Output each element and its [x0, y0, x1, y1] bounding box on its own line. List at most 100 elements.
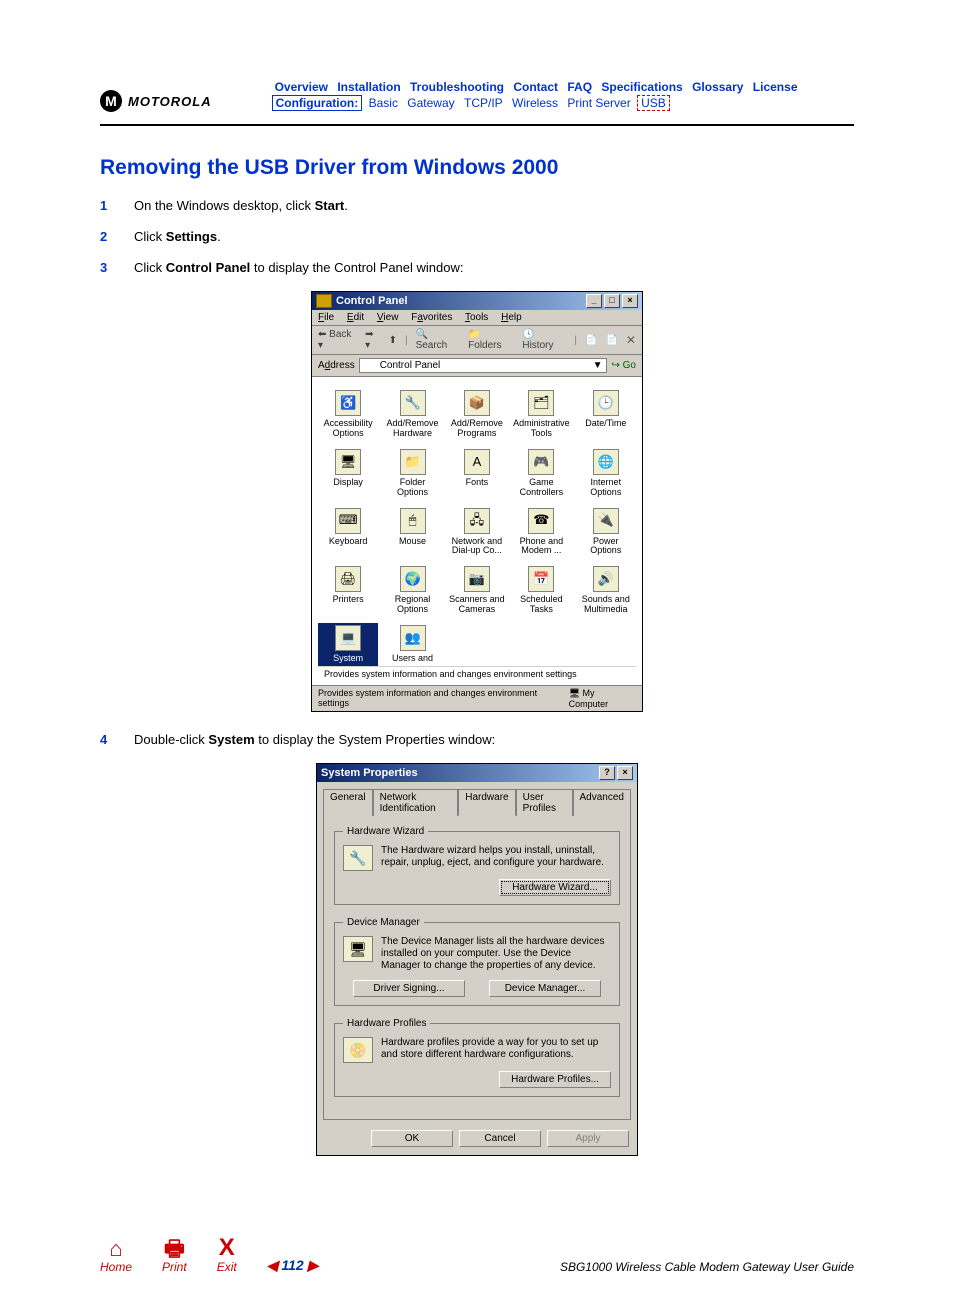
cp-item-icon: 🖱 [400, 508, 426, 534]
cp-item-label: Mouse [384, 537, 440, 547]
control-panel-item[interactable]: 👥Users and [382, 623, 442, 666]
nav-overview[interactable]: Overview [272, 79, 331, 95]
step-3-text: Click Control Panel to display the Contr… [134, 260, 463, 275]
delete-icon[interactable]: ✕ [626, 333, 636, 347]
device-manager-button[interactable]: Device Manager... [489, 980, 601, 997]
next-page-button[interactable]: ▶ [308, 1257, 319, 1273]
ok-button[interactable]: OK [371, 1130, 453, 1147]
nav-contact[interactable]: Contact [510, 79, 561, 95]
control-panel-item[interactable]: 🌍Regional Options [382, 564, 442, 617]
step-num: 3 [100, 260, 114, 275]
control-panel-item[interactable]: 🔧 Add/Remove Hardware [382, 388, 442, 441]
help-button[interactable]: ? [599, 766, 615, 780]
prev-page-button[interactable]: ◀ [267, 1257, 278, 1273]
hardware-profiles-button[interactable]: Hardware Profiles... [499, 1071, 611, 1088]
driver-signing-button[interactable]: Driver Signing... [353, 980, 465, 997]
status-bar: Provides system information and changes … [312, 685, 642, 711]
print-button[interactable]: 🖶 Print [162, 1238, 187, 1274]
control-panel-item[interactable]: 🕒Date/Time [576, 388, 636, 441]
cp-item-label: Printers [320, 595, 376, 605]
tab-advanced[interactable]: Advanced [573, 789, 631, 816]
nav-license[interactable]: License [750, 79, 801, 95]
cp-item-icon: 🌐 [593, 449, 619, 475]
go-button[interactable]: ↪ Go [611, 360, 636, 371]
nav-gateway[interactable]: Gateway [404, 95, 457, 111]
nav-basic[interactable]: Basic [366, 95, 401, 111]
cp-item-icon: 📅 [528, 566, 554, 592]
hardware-wizard-button[interactable]: Hardware Wizard... [499, 879, 611, 896]
menu-file[interactable]: File [318, 312, 334, 323]
header-rule [100, 124, 854, 126]
nav-specifications[interactable]: Specifications [598, 79, 685, 95]
cp-item-label: Display [320, 478, 376, 488]
hardware-wizard-text: The Hardware wizard helps you install, u… [381, 845, 611, 869]
copy-to-icon[interactable]: 📄 [605, 335, 617, 346]
tab-general[interactable]: General [323, 789, 373, 816]
cp-item-label: Add/Remove Hardware [384, 419, 440, 439]
nav-usb[interactable]: USB [637, 95, 670, 111]
menu-help[interactable]: Help [501, 312, 522, 323]
control-panel-item[interactable]: 📅Scheduled Tasks [511, 564, 572, 617]
control-panel-item[interactable]: 🖧Network and Dial-up Co... [447, 506, 507, 559]
menu-view[interactable]: View [377, 312, 399, 323]
window-title: System Properties [321, 767, 418, 779]
control-panel-item[interactable]: 🎮Game Controllers [511, 447, 572, 500]
cp-item-icon: 🔧 [400, 390, 426, 416]
control-panel-item[interactable]: 📦Add/Remove Programs [447, 388, 507, 441]
nav-faq[interactable]: FAQ [564, 79, 595, 95]
control-panel-item[interactable]: 🖱 Mouse [382, 506, 442, 559]
up-button[interactable]: ⬆ [389, 335, 397, 346]
exit-button[interactable]: X Exit [217, 1236, 237, 1274]
control-panel-item[interactable]: AFonts [447, 447, 507, 500]
close-button[interactable]: × [622, 294, 638, 308]
nav-wireless[interactable]: Wireless [509, 95, 561, 111]
control-panel-item[interactable]: ♿Accessibility Options [318, 388, 378, 441]
tab-network-id[interactable]: Network Identification [373, 789, 459, 816]
step-4-text: Double-click System to display the Syste… [134, 732, 495, 747]
control-panel-item[interactable]: 📷Scanners and Cameras [447, 564, 507, 617]
close-button[interactable]: × [617, 766, 633, 780]
control-panel-item[interactable]: 🌐 Internet Options [576, 447, 636, 500]
cp-item-icon: 🕒 [593, 390, 619, 416]
control-panel-item[interactable]: 🖨Printers [318, 564, 378, 617]
home-button[interactable]: ⌂ Home [100, 1238, 132, 1274]
cancel-button[interactable]: Cancel [459, 1130, 541, 1147]
control-panel-item[interactable]: ⌨Keyboard [318, 506, 378, 559]
forward-button[interactable]: ➡ ▾ [365, 329, 380, 351]
history-button[interactable]: 🕓 History [522, 329, 566, 351]
control-panel-item[interactable]: 📁Folder Options [382, 447, 442, 500]
folders-button[interactable]: 📁 Folders [468, 329, 514, 351]
nav-printserver[interactable]: Print Server [564, 95, 633, 111]
tab-hardware[interactable]: Hardware [458, 789, 515, 816]
cp-item-label: Internet Options [578, 478, 634, 498]
apply-button[interactable]: Apply [547, 1130, 629, 1147]
control-panel-item[interactable]: 🗂Administrative Tools [511, 388, 572, 441]
nav-glossary[interactable]: Glossary [689, 79, 746, 95]
minimize-button[interactable]: _ [586, 294, 602, 308]
logo-mark-icon: M [100, 90, 122, 112]
control-panel-item[interactable]: 🖥Display [318, 447, 378, 500]
nav-bottom: Configuration: Basic Gateway TCP/IP Wire… [272, 96, 854, 110]
control-panel-item[interactable]: 🔊Sounds and Multimedia [576, 564, 636, 617]
back-button[interactable]: ⬅ Back ▾ [318, 329, 357, 351]
nav-troubleshooting[interactable]: Troubleshooting [407, 79, 507, 95]
description-line: Provides system information and changes … [318, 666, 636, 681]
nav-tcpip[interactable]: TCP/IP [461, 95, 506, 111]
menu-edit[interactable]: Edit [347, 312, 364, 323]
move-to-icon[interactable]: 📄 [585, 335, 597, 346]
tab-user-profiles[interactable]: User Profiles [516, 789, 573, 816]
maximize-button[interactable]: □ [604, 294, 620, 308]
nav-config-label: Configuration: [272, 95, 363, 111]
window-title: Control Panel [336, 295, 408, 307]
system-properties-window: System Properties ? × General Network Id… [316, 763, 638, 1156]
nav-installation[interactable]: Installation [334, 79, 403, 95]
address-input[interactable]: Control Panel ▼ [359, 358, 608, 373]
address-bar: Address Control Panel ▼ ↪ Go [312, 355, 642, 377]
control-panel-item[interactable]: 🔌Power Options [576, 506, 636, 559]
search-button[interactable]: 🔍 Search [416, 329, 461, 351]
control-panel-item[interactable]: ☎Phone and Modem ... [511, 506, 572, 559]
menu-favorites[interactable]: Favorites [411, 312, 452, 323]
control-panel-item[interactable]: 💻System [318, 623, 378, 666]
menu-tools[interactable]: Tools [465, 312, 488, 323]
cp-item-label: Phone and Modem ... [513, 537, 570, 557]
